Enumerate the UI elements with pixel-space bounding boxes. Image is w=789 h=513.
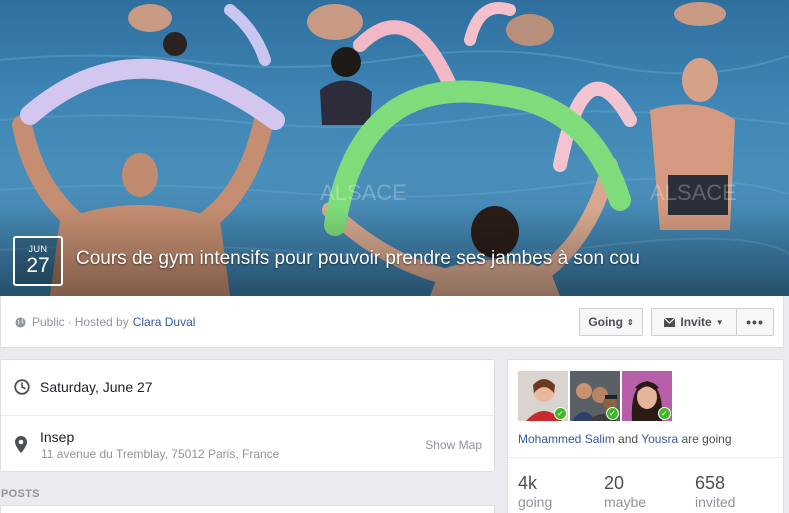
more-dots-icon: ••• bbox=[746, 314, 764, 330]
event-cover-photo: ALSACE ALSACE JUN 27 Cours de gym intens… bbox=[0, 0, 789, 296]
event-header-bar: Public · Hosted by Clara Duval Going ⇕ I… bbox=[0, 296, 784, 348]
stat-number: 4k bbox=[518, 473, 538, 493]
avatar[interactable]: ✓ bbox=[518, 371, 568, 421]
friends-going-text: Mohammed Salim and Yousra are going bbox=[518, 432, 732, 446]
attendance-card: ✓ ✓ ✓ Mohammed Salim and Yousra are goin… bbox=[507, 359, 784, 513]
event-day: 27 bbox=[26, 254, 50, 277]
chevron-down-icon: ▼ bbox=[715, 317, 724, 327]
event-date-badge: JUN 27 bbox=[13, 236, 63, 286]
check-icon: ✓ bbox=[606, 407, 619, 420]
event-date-row: Saturday, June 27 bbox=[1, 360, 494, 416]
friend-avatars: ✓ ✓ ✓ bbox=[518, 371, 674, 421]
envelope-icon bbox=[664, 317, 676, 327]
friend-link[interactable]: Yousra bbox=[641, 432, 678, 446]
check-icon: ✓ bbox=[658, 407, 671, 420]
going-button-label: Going bbox=[588, 315, 623, 329]
show-map-link[interactable]: Show Map bbox=[425, 438, 482, 452]
cover-watermark: ALSACE bbox=[650, 180, 737, 205]
invite-button-label: Invite bbox=[680, 315, 712, 329]
stat-label: going bbox=[518, 494, 553, 510]
globe-icon bbox=[15, 316, 26, 328]
stat-number: 658 bbox=[695, 473, 726, 493]
event-date-text: Saturday, June 27 bbox=[40, 379, 153, 395]
event-month: JUN bbox=[28, 244, 48, 254]
clock-icon bbox=[14, 379, 30, 395]
friend-link[interactable]: Mohammed Salim bbox=[518, 432, 615, 446]
posts-card bbox=[0, 505, 495, 513]
privacy-label: Public bbox=[32, 315, 65, 329]
cover-watermark: ALSACE bbox=[320, 180, 407, 205]
host-name-link[interactable]: Clara Duval bbox=[133, 315, 196, 329]
stat-number: 20 bbox=[604, 473, 625, 493]
stat-going[interactable]: 4k going bbox=[518, 473, 552, 511]
stat-invited[interactable]: 658 invited bbox=[695, 473, 735, 511]
going-button[interactable]: Going ⇕ bbox=[579, 308, 643, 336]
event-place-name[interactable]: Insep bbox=[40, 429, 74, 445]
avatar[interactable]: ✓ bbox=[570, 371, 620, 421]
stat-maybe[interactable]: 20 maybe bbox=[604, 473, 646, 511]
invite-button[interactable]: Invite ▼ bbox=[651, 308, 737, 336]
updown-caret-icon: ⇕ bbox=[626, 317, 634, 327]
event-title: Cours de gym intensifs pour pouvoir pren… bbox=[76, 248, 640, 269]
event-details-card: Saturday, June 27 Insep 11 avenue du Tre… bbox=[0, 359, 495, 472]
event-privacy-line: Public · Hosted by Clara Duval bbox=[15, 315, 195, 329]
map-pin-icon bbox=[15, 436, 27, 453]
stats-divider bbox=[508, 457, 783, 458]
posts-section-label: POSTS bbox=[1, 488, 40, 500]
more-options-button[interactable]: ••• bbox=[736, 308, 774, 336]
event-place-address: 11 avenue du Tremblay, 75012 Paris, Fran… bbox=[41, 447, 280, 461]
stat-label: invited bbox=[695, 494, 736, 510]
stat-label: maybe bbox=[604, 494, 647, 510]
hosted-by-label: Hosted by bbox=[74, 315, 129, 329]
avatar[interactable]: ✓ bbox=[622, 371, 672, 421]
check-icon: ✓ bbox=[554, 407, 567, 420]
